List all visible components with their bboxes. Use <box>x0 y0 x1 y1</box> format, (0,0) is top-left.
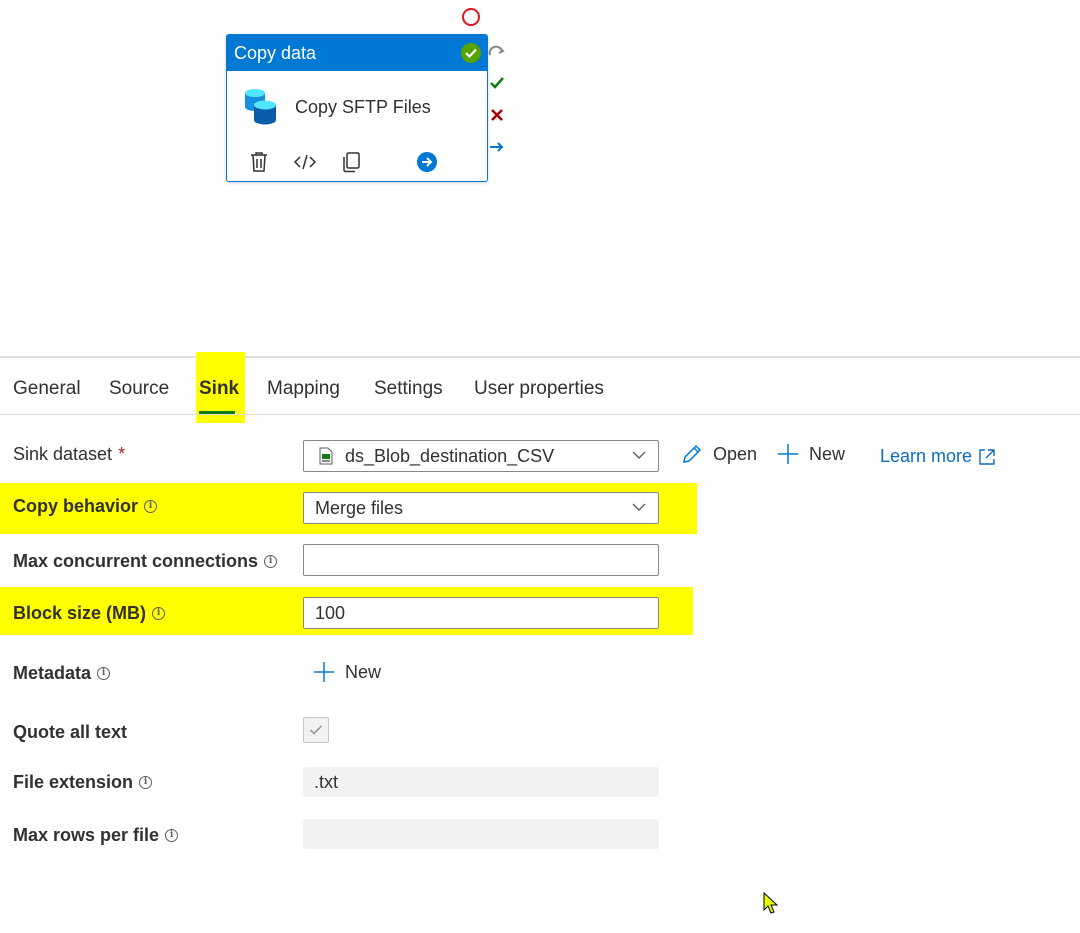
on-success-icon[interactable] <box>488 74 506 92</box>
on-failure-icon[interactable] <box>488 106 506 124</box>
external-link-icon <box>979 448 995 465</box>
activity-header: Copy data <box>227 35 487 71</box>
learn-more-link[interactable]: Learn more <box>880 446 996 467</box>
new-dataset-button[interactable]: New <box>777 443 845 465</box>
activity-actions <box>227 149 487 175</box>
sink-dataset-label: Sink dataset * <box>13 444 126 464</box>
block-size-input[interactable]: 100 <box>303 597 659 629</box>
code-icon[interactable] <box>293 150 317 174</box>
status-circle-icon <box>462 8 480 26</box>
tab-source[interactable]: Source <box>109 358 169 414</box>
info-icon[interactable]: i <box>97 667 111 680</box>
info-icon[interactable]: i <box>165 829 179 842</box>
active-tab-underline <box>199 411 235 414</box>
plus-icon <box>778 444 798 464</box>
skip-icon[interactable] <box>488 42 506 60</box>
copy-data-activity[interactable]: Copy data Copy SFTP Files <box>226 34 488 182</box>
max-concurrent-connections-label: Max concurrent connections i <box>13 551 278 572</box>
sink-dataset-select[interactable]: ds_Blob_destination_CSV <box>303 440 659 472</box>
activity-body: Copy SFTP Files <box>227 71 487 127</box>
info-icon[interactable]: i <box>264 555 278 568</box>
quote-all-text-checkbox[interactable] <box>303 717 329 743</box>
max-rows-per-file-input <box>303 819 659 849</box>
tab-sink[interactable]: Sink <box>199 358 239 414</box>
tab-settings[interactable]: Settings <box>374 358 443 414</box>
info-icon[interactable]: i <box>144 500 158 513</box>
info-icon[interactable]: i <box>152 607 166 620</box>
block-size-label: Block size (MB) i <box>13 603 166 624</box>
check-icon <box>309 725 323 735</box>
activity-output-handles <box>488 42 508 170</box>
file-extension-label: File extension i <box>13 772 153 793</box>
required-marker: * <box>118 444 126 464</box>
arrow-right-circle-icon[interactable] <box>415 150 439 174</box>
open-dataset-button[interactable]: Open <box>681 443 757 465</box>
copy-behavior-label: Copy behavior i <box>13 496 158 517</box>
copy-behavior-select[interactable]: Merge files <box>303 492 659 524</box>
delete-icon[interactable] <box>247 150 271 174</box>
on-completion-icon[interactable] <box>488 138 506 156</box>
database-icon <box>245 89 276 125</box>
tab-user-properties[interactable]: User properties <box>474 358 604 414</box>
max-rows-per-file-label: Max rows per file i <box>13 825 179 846</box>
info-icon[interactable]: i <box>139 776 153 789</box>
csv-file-icon <box>319 447 333 465</box>
tab-general[interactable]: General <box>13 358 81 414</box>
properties-tab-bar: General Source Sink Mapping Settings Use… <box>0 358 1080 415</box>
chevron-down-icon <box>632 451 646 459</box>
chevron-down-icon <box>632 503 646 511</box>
pencil-icon <box>683 444 702 463</box>
mouse-cursor-icon <box>763 892 779 914</box>
quote-all-text-label: Quote all text <box>13 722 128 742</box>
tab-mapping[interactable]: Mapping <box>267 358 340 414</box>
metadata-label: Metadata i <box>13 663 111 684</box>
file-extension-input: .txt <box>303 767 659 797</box>
clone-icon[interactable] <box>339 150 363 174</box>
activity-name: Copy SFTP Files <box>295 96 431 117</box>
sink-dataset-value: ds_Blob_destination_CSV <box>345 445 555 466</box>
activity-type-title: Copy data <box>234 42 317 63</box>
success-check-icon <box>461 43 481 63</box>
copy-behavior-value: Merge files <box>315 497 404 518</box>
max-concurrent-connections-input[interactable] <box>303 544 659 576</box>
metadata-new-button[interactable]: New <box>313 661 381 683</box>
plus-icon <box>314 662 334 682</box>
